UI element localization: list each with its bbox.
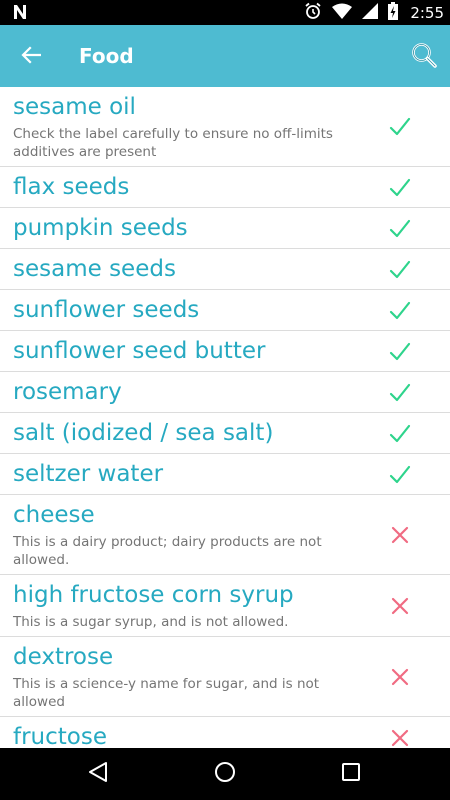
not-allowed-cross-icon [388,665,412,689]
not-allowed-cross-icon [388,726,412,748]
not-allowed-cross-icon [388,594,412,618]
wifi-icon [332,3,353,23]
app-bar: Food [0,25,450,87]
nav-recents-button[interactable] [339,762,363,786]
food-list-item[interactable]: sunflower seed butter [0,331,450,372]
arrow-back-icon [21,46,42,68]
food-list-item[interactable]: rosemary [0,372,450,413]
food-name: sunflower seed butter [13,338,266,364]
back-button[interactable] [16,42,46,72]
nav-back-button[interactable] [86,762,110,786]
food-list-item[interactable]: dextrose This is a science-y name for sug… [0,637,450,717]
food-name: dextrose [13,644,114,670]
food-list-item[interactable]: high fructose corn syrup This is a sugar … [0,575,450,637]
food-note: This is a science-y name for sugar, and … [13,676,320,710]
allowed-check-icon [388,258,412,282]
food-name: rosemary [13,379,122,405]
food-list-item[interactable]: flax seeds [0,167,450,208]
food-name: pumpkin seeds [13,215,188,241]
food-name: high fructose corn syrup [13,582,294,608]
food-name: salt (iodized / sea salt) [13,420,274,446]
food-list-item[interactable]: sunflower seeds [0,290,450,331]
alarm-icon [304,2,322,24]
recents-square-icon [341,762,361,786]
allowed-check-icon [388,217,412,241]
not-allowed-cross-icon [388,523,412,547]
signal-icon [362,2,379,23]
allowed-check-icon [388,463,412,487]
navigation-bar [0,748,450,800]
food-name: cheese [13,502,95,528]
home-circle-icon [214,761,236,787]
clock-time: 2:55 [410,3,444,22]
allowed-check-icon [388,340,412,364]
allowed-check-icon [388,176,412,200]
food-name: flax seeds [13,174,130,200]
food-name: sesame seeds [13,256,176,282]
page-title: Food [79,44,134,68]
food-list-item[interactable]: salt (iodized / sea salt) [0,413,450,454]
food-list-item[interactable]: sesame oil Check the label carefully to e… [0,87,450,167]
food-list-item[interactable]: fructose [0,717,450,748]
food-list-item[interactable]: pumpkin seeds [0,208,450,249]
food-note: Check the label carefully to ensure no o… [13,126,333,160]
food-note: This is a sugar syrup, and is not allowe… [13,614,289,630]
n-logo-icon [12,4,28,24]
food-list-item[interactable]: cheese This is a dairy product; dairy pro… [0,495,450,575]
status-bar: 2:55 [0,0,450,25]
allowed-check-icon [388,299,412,323]
food-list-item[interactable]: seltzer water [0,454,450,495]
allowed-check-icon [388,381,412,405]
food-list-item[interactable]: sesame seeds [0,249,450,290]
food-note: This is a dairy product; dairy products … [13,534,322,568]
food-name: seltzer water [13,461,164,487]
allowed-check-icon [388,115,412,139]
food-name: fructose [13,724,107,748]
battery-icon [388,1,399,24]
food-list[interactable]: sesame oil Check the label carefully to e… [0,87,450,748]
nav-home-button[interactable] [213,762,237,786]
search-icon [411,42,437,72]
back-triangle-icon [88,761,108,787]
food-name: sesame oil [13,94,136,120]
search-button[interactable] [410,43,438,71]
food-name: sunflower seeds [13,297,200,323]
allowed-check-icon [388,422,412,446]
